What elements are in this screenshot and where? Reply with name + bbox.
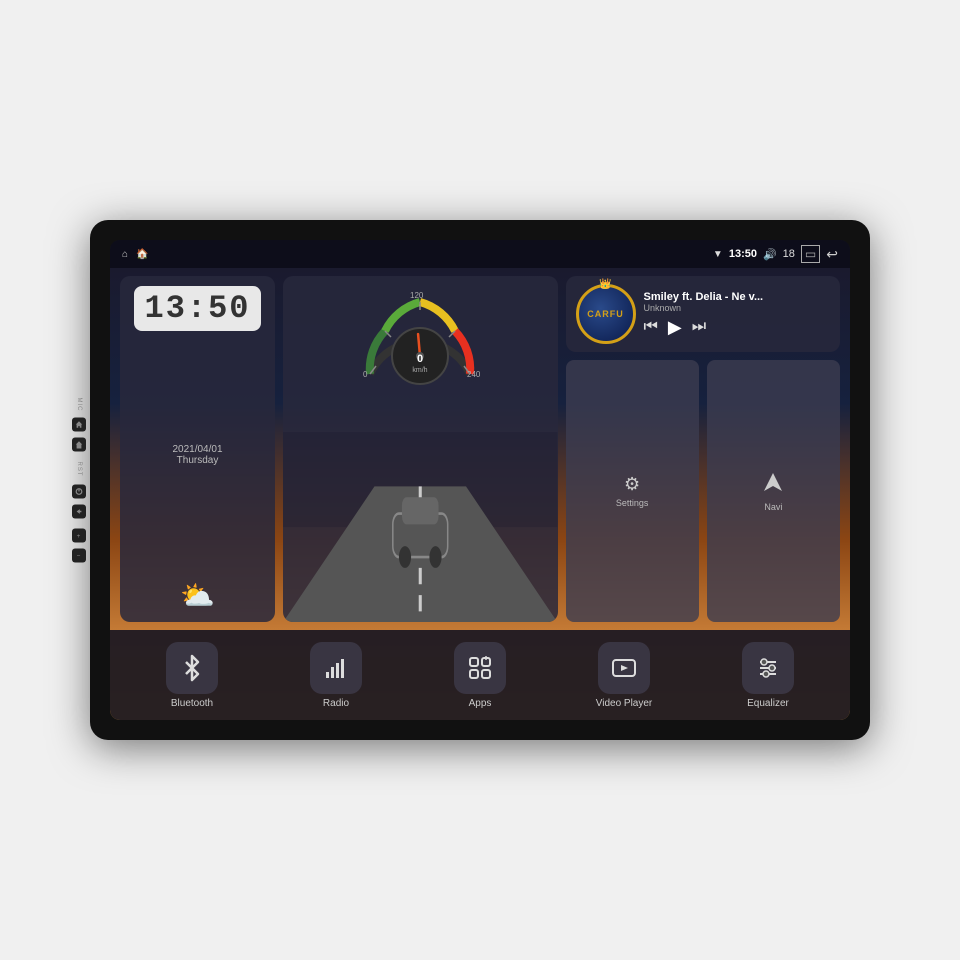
- mic-label: MIC: [76, 398, 82, 412]
- settings-navi-row: ⚙ Settings Navi: [566, 360, 841, 622]
- video-icon: [610, 654, 638, 682]
- navi-icon: [762, 471, 784, 499]
- status-time: 13:50: [729, 248, 757, 260]
- album-label: CARFU: [587, 309, 624, 319]
- svg-text:+: +: [77, 533, 81, 540]
- right-column: 👑 CARFU Smiley ft. Delia - Ne v... Unkno…: [566, 276, 841, 622]
- clock-date: 2021/04/01 Thursday: [172, 444, 222, 466]
- video-player-app-item[interactable]: Video Player: [574, 642, 674, 709]
- road-svg: [283, 432, 558, 622]
- svg-text:−: −: [77, 553, 81, 560]
- navi-button[interactable]: Navi: [707, 360, 840, 622]
- back-side-button[interactable]: [72, 505, 86, 519]
- radio-label: Radio: [323, 698, 349, 709]
- bluetooth-label: Bluetooth: [171, 698, 213, 709]
- equalizer-label: Equalizer: [747, 698, 789, 709]
- main-content: 13:50 2021/04/01 Thursday ⛅: [110, 268, 850, 720]
- radio-icon-bg: [310, 642, 362, 694]
- volume-level: 18: [783, 248, 795, 260]
- status-bar: ⌂ 🏠 ▼ 13:50 🔊 18 ▭ ↩: [110, 240, 850, 268]
- road-scene: [283, 432, 558, 622]
- music-widget: 👑 CARFU Smiley ft. Delia - Ne v... Unkno…: [566, 276, 841, 352]
- vol-down-side-button[interactable]: −: [72, 549, 86, 563]
- prev-button[interactable]: ⏮: [644, 318, 658, 336]
- crown-icon: 👑: [599, 279, 611, 290]
- song-title: Smiley ft. Delia - Ne v...: [644, 291, 831, 303]
- apps-icon-bg: [454, 642, 506, 694]
- svg-text:240: 240: [467, 370, 481, 379]
- clock-widget: 13:50 2021/04/01 Thursday ⛅: [120, 276, 275, 622]
- radio-icon: [322, 654, 350, 682]
- settings-button[interactable]: ⚙ Settings: [566, 360, 699, 622]
- song-artist: Unknown: [644, 303, 831, 313]
- power-side-button[interactable]: [72, 485, 86, 499]
- widgets-row: 13:50 2021/04/01 Thursday ⛅: [110, 268, 850, 630]
- bluetooth-icon-bg: [166, 642, 218, 694]
- video-player-label: Video Player: [596, 698, 653, 709]
- back-icon[interactable]: ↩: [826, 246, 838, 263]
- date-text: 2021/04/01: [172, 444, 222, 455]
- house-side-button[interactable]: [72, 438, 86, 452]
- status-bar-right: ▼ 13:50 🔊 18 ▭ ↩: [713, 245, 838, 263]
- speed-value: 0: [417, 353, 423, 365]
- screen: ⌂ 🏠 ▼ 13:50 🔊 18 ▭ ↩ 13:50 2021/04/01: [110, 240, 850, 720]
- speed-unit: km/h: [413, 367, 428, 374]
- apps-label: Apps: [469, 698, 492, 709]
- volume-icon: 🔊: [763, 248, 777, 261]
- equalizer-icon: [754, 654, 782, 682]
- wifi-icon: ▼: [713, 249, 723, 260]
- bluetooth-app-item[interactable]: Bluetooth: [142, 642, 242, 709]
- status-bar-left: ⌂ 🏠: [122, 249, 149, 260]
- battery-icon: ▭: [801, 245, 820, 263]
- side-buttons-panel: MIC RST + −: [72, 398, 86, 563]
- car-headunit-device: MIC RST + − ⌂ 🏠 ▼ 13:: [90, 220, 870, 740]
- speedometer-svg: 0 120 240 0 km/h: [355, 284, 485, 389]
- weather-icon: ⛅: [180, 579, 215, 612]
- svg-text:120: 120: [410, 291, 424, 300]
- house-icon: 🏠: [136, 249, 148, 260]
- video-icon-bg: [598, 642, 650, 694]
- bluetooth-icon: [178, 654, 206, 682]
- navi-label: Navi: [764, 502, 782, 512]
- album-art: 👑 CARFU: [576, 284, 636, 344]
- rst-label: RST: [76, 462, 82, 477]
- apps-icon: [466, 654, 494, 682]
- music-controls: ⏮ ▶ ⏭: [644, 317, 831, 338]
- day-text: Thursday: [172, 455, 222, 466]
- home-side-button[interactable]: [72, 418, 86, 432]
- play-button[interactable]: ▶: [668, 317, 682, 338]
- settings-label: Settings: [616, 498, 649, 508]
- equalizer-app-item[interactable]: Equalizer: [718, 642, 818, 709]
- settings-icon: ⚙: [624, 474, 640, 495]
- vol-up-side-button[interactable]: +: [72, 529, 86, 543]
- next-button[interactable]: ⏭: [692, 318, 706, 336]
- music-info: Smiley ft. Delia - Ne v... Unknown ⏮ ▶ ⏭: [644, 291, 831, 338]
- home-icon: ⌂: [122, 249, 128, 260]
- apps-app-item[interactable]: Apps: [430, 642, 530, 709]
- clock-display: 13:50: [134, 286, 260, 331]
- equalizer-icon-bg: [742, 642, 794, 694]
- app-bar: Bluetooth Radio: [110, 630, 850, 720]
- speedometer-widget: 0 120 240 0 km/h: [283, 276, 558, 622]
- radio-app-item[interactable]: Radio: [286, 642, 386, 709]
- svg-text:0: 0: [363, 370, 368, 379]
- music-top: 👑 CARFU Smiley ft. Delia - Ne v... Unkno…: [576, 284, 831, 344]
